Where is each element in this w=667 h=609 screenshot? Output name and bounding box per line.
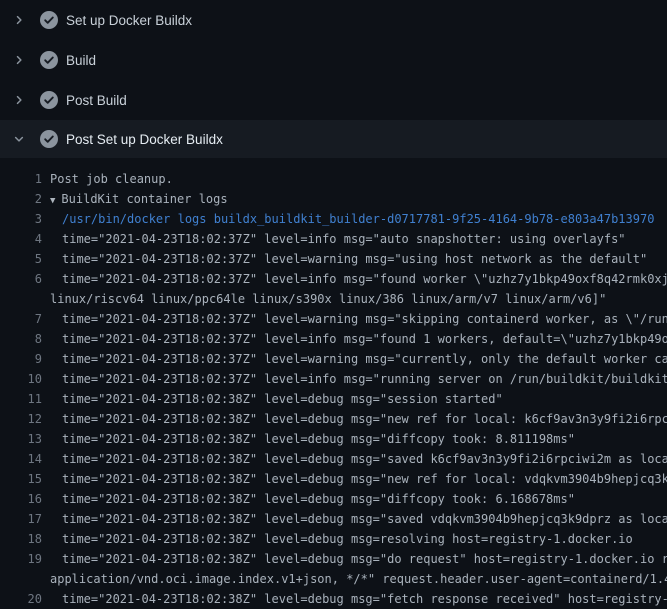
log-text: time="2021-04-23T18:02:37Z" level=info m… — [42, 369, 667, 389]
check-circle-icon — [40, 11, 58, 29]
line-number[interactable]: 12 — [0, 409, 42, 429]
log-row: 20time="2021-04-23T18:02:38Z" level=debu… — [0, 589, 667, 609]
log-row: 14time="2021-04-23T18:02:38Z" level=debu… — [0, 449, 667, 469]
log-text: time="2021-04-23T18:02:37Z" level=warnin… — [42, 349, 667, 369]
step-label: Post Set up Docker Buildx — [66, 132, 223, 147]
log-text: time="2021-04-23T18:02:38Z" level=debug … — [42, 589, 667, 609]
log-text: time="2021-04-23T18:02:38Z" level=debug … — [42, 549, 667, 569]
step-label: Set up Docker Buildx — [66, 13, 192, 28]
log-row: 16time="2021-04-23T18:02:38Z" level=debu… — [0, 489, 667, 509]
line-number[interactable]: 13 — [0, 429, 42, 449]
line-number[interactable]: 20 — [0, 589, 42, 609]
check-circle-icon — [40, 130, 58, 148]
log-row: linux/riscv64 linux/ppc64le linux/s390x … — [0, 289, 667, 309]
log-row: 15time="2021-04-23T18:02:38Z" level=debu… — [0, 469, 667, 489]
log-row: 10time="2021-04-23T18:02:37Z" level=info… — [0, 369, 667, 389]
step-row-post-set-up-docker-buildx[interactable]: Post Set up Docker Buildx — [0, 120, 667, 158]
log-text: Post job cleanup. — [42, 169, 173, 189]
log-row: 12time="2021-04-23T18:02:38Z" level=debu… — [0, 409, 667, 429]
log-row: 4time="2021-04-23T18:02:37Z" level=info … — [0, 229, 667, 249]
log-text: time="2021-04-23T18:02:38Z" level=debug … — [42, 529, 633, 549]
log-container: 1Post job cleanup.2 ▼ BuildKit container l… — [0, 158, 667, 609]
log-row: 8time="2021-04-23T18:02:37Z" level=info … — [0, 329, 667, 349]
log-row: 18time="2021-04-23T18:02:38Z" level=debu… — [0, 529, 667, 549]
step-row-post-build[interactable]: Post Build — [0, 80, 667, 120]
log-row: 13time="2021-04-23T18:02:38Z" level=debu… — [0, 429, 667, 449]
log-text: time="2021-04-23T18:02:38Z" level=debug … — [42, 429, 575, 449]
line-number — [0, 289, 42, 309]
step-label: Build — [66, 53, 96, 68]
line-number[interactable]: 6 — [0, 269, 42, 289]
log-row: 6time="2021-04-23T18:02:37Z" level=info … — [0, 269, 667, 289]
log-row: 2 ▼ BuildKit container logs — [0, 189, 667, 209]
line-number[interactable]: 7 — [0, 309, 42, 329]
line-number[interactable]: 5 — [0, 249, 42, 269]
log-text: time="2021-04-23T18:02:37Z" level=info m… — [42, 329, 667, 349]
line-number[interactable]: 14 — [0, 449, 42, 469]
line-number[interactable]: 19 — [0, 549, 42, 569]
line-number[interactable]: 3 — [0, 209, 42, 229]
step-label: Post Build — [66, 93, 127, 108]
steps-list: Set up Docker Buildx Build Post Build Post … — [0, 0, 667, 158]
log-row: 3/usr/bin/docker logs buildx_buildkit_bu… — [0, 209, 667, 229]
line-number[interactable]: 16 — [0, 489, 42, 509]
log-row: 5time="2021-04-23T18:02:37Z" level=warni… — [0, 249, 667, 269]
line-number[interactable]: 4 — [0, 229, 42, 249]
log-row: application/vnd.oci.image.index.v1+json,… — [0, 569, 667, 589]
log-group-header: ▼ BuildKit container logs — [42, 189, 228, 209]
log-text: application/vnd.oci.image.index.v1+json,… — [42, 569, 667, 589]
chevron-right-icon — [13, 94, 25, 106]
log-text: linux/riscv64 linux/ppc64le linux/s390x … — [42, 289, 606, 309]
line-number[interactable]: 9 — [0, 349, 42, 369]
log-row: 7time="2021-04-23T18:02:37Z" level=warni… — [0, 309, 667, 329]
log-row: 17time="2021-04-23T18:02:38Z" level=debu… — [0, 509, 667, 529]
log-row: 19time="2021-04-23T18:02:38Z" level=debu… — [0, 549, 667, 569]
log-text: time="2021-04-23T18:02:37Z" level=info m… — [42, 269, 667, 289]
chevron-right-icon — [13, 14, 25, 26]
line-number[interactable]: 18 — [0, 529, 42, 549]
log-text: time="2021-04-23T18:02:38Z" level=debug … — [42, 409, 667, 429]
check-circle-icon — [40, 51, 58, 69]
line-number[interactable]: 8 — [0, 329, 42, 349]
log-command-text: /usr/bin/docker logs buildx_buildkit_bui… — [42, 209, 654, 229]
log-text: time="2021-04-23T18:02:38Z" level=debug … — [42, 489, 575, 509]
log-row: 1Post job cleanup. — [0, 169, 667, 189]
line-number[interactable]: 1 — [0, 169, 42, 189]
check-circle-icon — [40, 91, 58, 109]
log-text: time="2021-04-23T18:02:38Z" level=debug … — [42, 509, 667, 529]
line-number[interactable]: 15 — [0, 469, 42, 489]
line-number[interactable]: 2 — [0, 189, 42, 209]
step-row-set-up-docker-buildx[interactable]: Set up Docker Buildx — [0, 0, 667, 40]
chevron-down-icon — [13, 133, 25, 145]
step-row-build[interactable]: Build — [0, 40, 667, 80]
chevron-right-icon — [13, 54, 25, 66]
log-group-toggle-icon[interactable]: ▼ — [50, 196, 55, 206]
log-text: time="2021-04-23T18:02:38Z" level=debug … — [42, 449, 667, 469]
log-group-label[interactable]: BuildKit container logs — [61, 192, 227, 206]
line-number[interactable]: 17 — [0, 509, 42, 529]
log-row: 11time="2021-04-23T18:02:38Z" level=debu… — [0, 389, 667, 409]
log-text: time="2021-04-23T18:02:38Z" level=debug … — [42, 469, 667, 489]
log-text: time="2021-04-23T18:02:37Z" level=warnin… — [42, 309, 667, 329]
log-text: time="2021-04-23T18:02:37Z" level=info m… — [42, 229, 626, 249]
line-number — [0, 569, 42, 589]
log-text: time="2021-04-23T18:02:38Z" level=debug … — [42, 389, 503, 409]
log-text: time="2021-04-23T18:02:37Z" level=warnin… — [42, 249, 647, 269]
line-number[interactable]: 10 — [0, 369, 42, 389]
log-row: 9time="2021-04-23T18:02:37Z" level=warni… — [0, 349, 667, 369]
line-number[interactable]: 11 — [0, 389, 42, 409]
